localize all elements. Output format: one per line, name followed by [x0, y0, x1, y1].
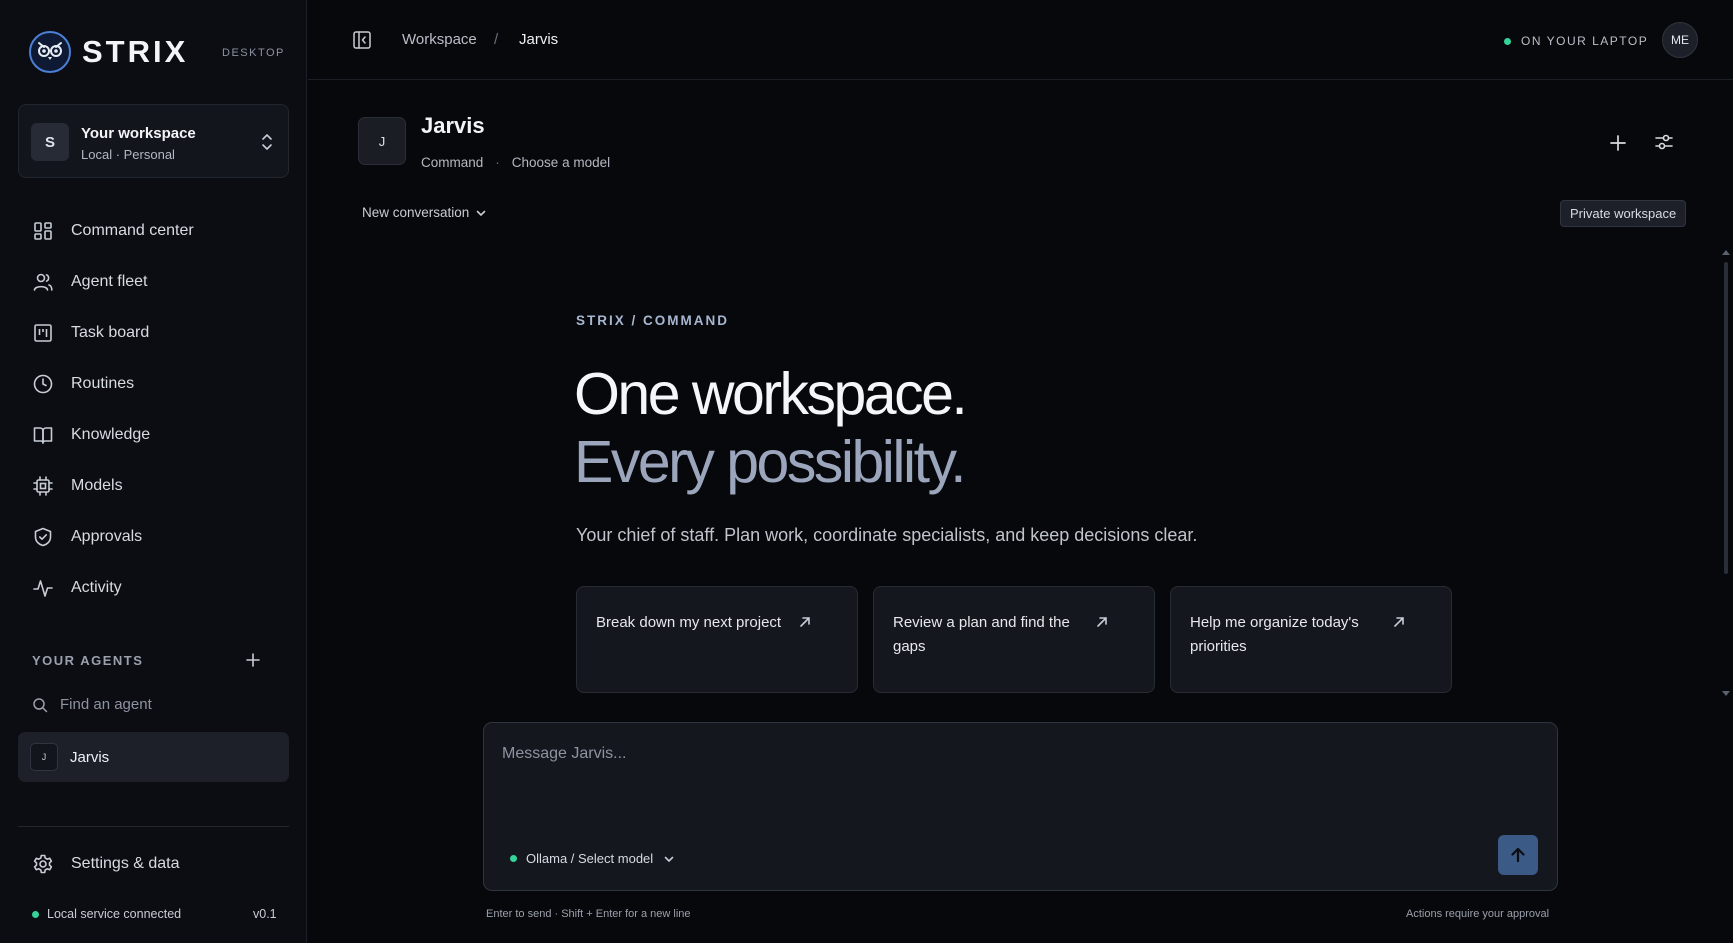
nav-label: Models: [71, 476, 123, 494]
agent-list-item-jarvis[interactable]: J Jarvis: [18, 732, 289, 782]
conversation-selector[interactable]: New conversation: [362, 205, 487, 220]
hero-eyebrow: STRIX / COMMAND: [576, 313, 729, 328]
nav-item-knowledge[interactable]: Knowledge: [18, 409, 289, 460]
breadcrumb-workspace[interactable]: Workspace: [402, 31, 477, 48]
location-status: ON YOUR LAPTOP: [1504, 34, 1648, 48]
status-dot-icon: [32, 910, 39, 918]
search-icon: [33, 697, 48, 712]
suggestion-text: Help me organize today's priorities: [1190, 614, 1359, 655]
nav-item-task-board[interactable]: Task board: [18, 307, 289, 358]
sidebar-divider: [18, 826, 289, 827]
location-status-text: ON YOUR LAPTOP: [1521, 34, 1649, 48]
approval-hint: Actions require your approval: [1406, 908, 1550, 920]
breadcrumb-separator: /: [494, 31, 499, 48]
nav-label: Approvals: [71, 527, 143, 545]
arrow-up-right-icon: [1097, 617, 1107, 627]
new-conversation-icon[interactable]: [1608, 133, 1628, 153]
workspace-subtitle: Local · Personal: [81, 147, 175, 162]
hero-heading-line2: Every possibility.: [574, 429, 966, 495]
service-status-text: Local service connected: [47, 907, 182, 921]
status-dot-icon: [1504, 37, 1511, 45]
scrollbar-thumb[interactable]: [1724, 262, 1728, 574]
agent-meta: Command · Choose a model: [421, 155, 610, 170]
model-chooser-link[interactable]: Choose a model: [512, 155, 610, 170]
scroll-up-arrow-icon[interactable]: [1722, 249, 1730, 255]
privacy-badge: Private workspace: [1560, 200, 1687, 227]
model-selector[interactable]: Ollama / Select model: [510, 851, 675, 866]
chevron-up-down-icon: [262, 134, 272, 150]
scroll-down-arrow-icon[interactable]: [1722, 691, 1730, 697]
top-bar: Workspace / Jarvis ON YOUR LAPTOP ME: [308, 0, 1733, 80]
users-icon: [33, 273, 53, 291]
nav-label: Agent fleet: [71, 272, 148, 290]
sliders-icon[interactable]: [1653, 131, 1675, 153]
conversation-selector-label: New conversation: [362, 205, 470, 220]
add-agent-icon[interactable]: [244, 651, 262, 669]
settings-label: Settings & data: [71, 855, 180, 872]
model-selector-label: Ollama / Select model: [526, 851, 654, 866]
version-label: v0.1: [253, 907, 277, 921]
nav-item-activity[interactable]: Activity: [18, 562, 289, 613]
nav-item-command-center[interactable]: Command center: [18, 205, 289, 256]
brand-name: STRIX: [82, 34, 189, 69]
suggestion-text: Break down my next project: [596, 614, 782, 631]
nav-label: Command center: [71, 221, 194, 239]
settings-button[interactable]: Settings & data: [32, 853, 180, 875]
nav-item-agent-fleet[interactable]: Agent fleet: [18, 256, 289, 307]
nav-label: Knowledge: [71, 425, 151, 443]
hero-heading-line1: One workspace.: [574, 361, 968, 427]
nav-label: Task board: [71, 323, 150, 341]
brand[interactable]: STRIX: [28, 30, 188, 74]
workspace-avatar: S: [31, 123, 69, 161]
chip-icon: [33, 475, 53, 496]
agent-header-avatar: J: [358, 117, 406, 165]
owl-logo-icon: [29, 31, 71, 73]
agent-name: Jarvis: [70, 748, 110, 766]
clock-icon: [33, 374, 53, 393]
pulse-icon: [33, 579, 53, 597]
agent-mode: Command: [421, 155, 484, 170]
composer-hint: Enter to send · Shift + Enter for a new …: [486, 908, 691, 920]
nav-label: Activity: [71, 578, 122, 596]
user-avatar[interactable]: ME: [1662, 22, 1698, 58]
grid-icon: [34, 221, 52, 240]
hero-lead: Your chief of staff. Plan work, coordina…: [576, 525, 1198, 545]
kanban-icon: [34, 323, 52, 342]
shield-check-icon: [34, 527, 52, 546]
book-icon: [33, 426, 53, 444]
arrow-up-right-icon: [1394, 617, 1404, 627]
agents-heading: YOUR AGENTS: [32, 653, 144, 668]
meta-separator: ·: [495, 155, 500, 170]
sidebar: STRIX DESKTOP S Your workspace Local · P…: [0, 0, 307, 943]
nav-label: Routines: [71, 374, 135, 392]
main-nav: Command center Agent fleet Task board Ro…: [18, 205, 289, 613]
send-button[interactable]: [1498, 835, 1538, 875]
suggestion-card[interactable]: Help me organize today's priorities: [1170, 586, 1452, 693]
chevron-down-icon: [664, 856, 674, 862]
suggestion-card[interactable]: Review a plan and find the gaps: [873, 586, 1155, 693]
workspace-switcher[interactable]: S Your workspace Local · Personal: [18, 104, 289, 178]
nav-item-approvals[interactable]: Approvals: [18, 511, 289, 562]
sidebar-toggle-icon[interactable]: [352, 30, 372, 50]
message-input[interactable]: [502, 745, 1532, 805]
nav-item-routines[interactable]: Routines: [18, 358, 289, 409]
workspace-name: Your workspace: [81, 125, 196, 142]
agent-avatar: J: [30, 743, 58, 771]
agent-search: [32, 696, 287, 713]
breadcrumb-current: Jarvis: [519, 31, 559, 48]
gear-icon: [33, 854, 53, 874]
agent-search-input[interactable]: [60, 696, 260, 713]
suggestion-text: Review a plan and find the gaps: [893, 614, 1070, 655]
suggestion-card[interactable]: Break down my next project: [576, 586, 858, 693]
arrow-up-icon: [1511, 847, 1525, 863]
status-dot-icon: [510, 855, 517, 862]
agent-title: Jarvis: [421, 113, 485, 138]
service-status: Local service connected: [32, 907, 181, 921]
arrow-up-right-icon: [800, 617, 810, 627]
brand-tag: DESKTOP: [222, 47, 285, 59]
message-composer: Ollama / Select model: [483, 722, 1558, 891]
nav-item-models[interactable]: Models: [18, 460, 289, 511]
chevron-down-icon: [477, 210, 486, 216]
